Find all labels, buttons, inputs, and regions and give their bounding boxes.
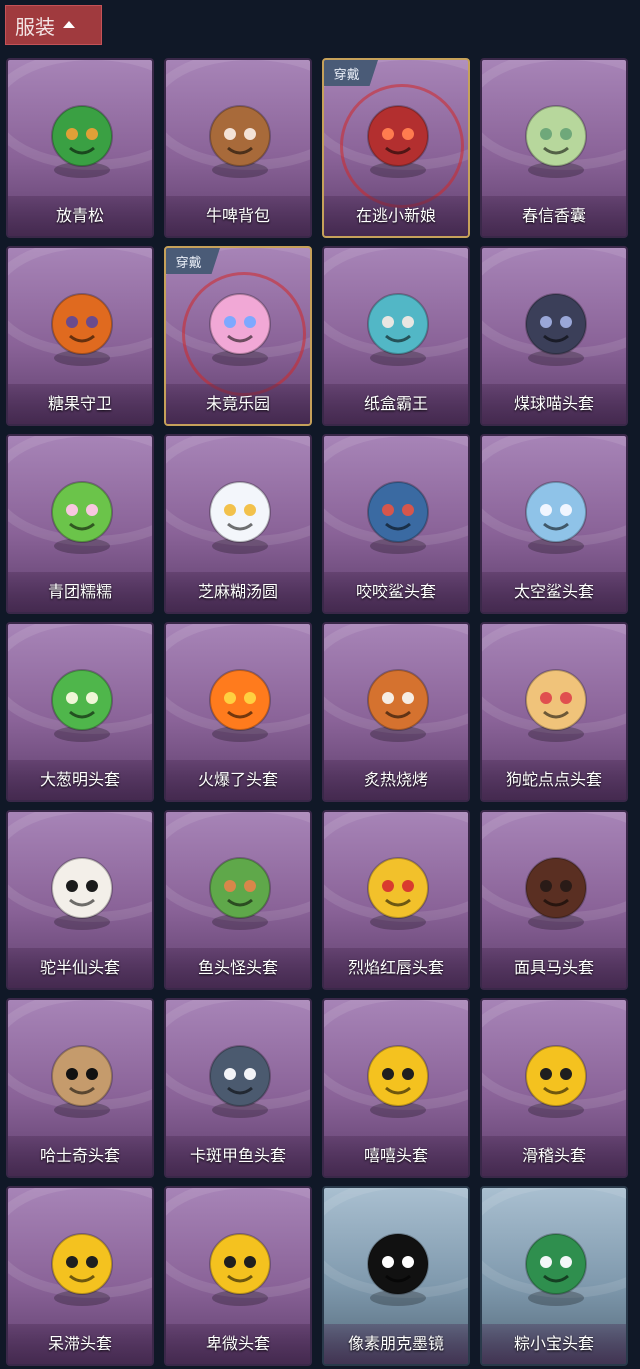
pumpkin-scarecrow-icon: [51, 293, 113, 366]
outfit-label: 滑稽头套: [482, 1136, 626, 1176]
section-header-outfits[interactable]: 服装: [5, 5, 102, 45]
outfit-label: 大葱明头套: [8, 760, 152, 800]
sachet-icon: [525, 105, 587, 178]
outfit-card[interactable]: 烈焰红唇头套: [322, 810, 470, 990]
scallion-head-icon: [51, 669, 113, 742]
outfit-card[interactable]: 大葱明头套: [6, 622, 154, 802]
zongzi-head-icon: [525, 1233, 587, 1306]
outfit-card[interactable]: 哈士奇头套: [6, 998, 154, 1178]
outfit-card[interactable]: 卡斑甲鱼头套: [164, 998, 312, 1178]
bonsai-icon: [51, 105, 113, 178]
fish-head-icon: [209, 857, 271, 930]
outfit-card[interactable]: 滑稽头套: [480, 998, 628, 1178]
chevron-up-icon[interactable]: [63, 20, 75, 28]
outfit-card[interactable]: 卑微头套: [164, 1186, 312, 1366]
dazed-emoji-icon: [51, 1233, 113, 1306]
outfit-label: 烈焰红唇头套: [324, 948, 468, 988]
outfit-card[interactable]: 嘻嘻头套: [322, 998, 470, 1178]
dog-sunglasses-icon: [51, 1045, 113, 1118]
outfit-label: 鱼头怪头套: [166, 948, 310, 988]
outfit-label: 面具马头套: [482, 948, 626, 988]
fairy-girl-icon: [209, 293, 271, 366]
humble-emoji-icon: [209, 1233, 271, 1306]
pixel-sunglasses-icon: [367, 1233, 429, 1306]
horse-head-icon: [525, 857, 587, 930]
red-umbrella-bride-icon: [367, 105, 429, 178]
outfit-label: 未竟乐园: [166, 384, 310, 424]
outfit-card[interactable]: 粽小宝头套: [480, 1186, 628, 1366]
outfit-label: 糖果守卫: [8, 384, 152, 424]
outfit-label: 放青松: [8, 196, 152, 236]
outfit-label: 纸盒霸王: [324, 384, 468, 424]
outfit-card[interactable]: 春信香囊: [480, 58, 628, 238]
shark-head-icon: [367, 481, 429, 554]
smirk-emoji-icon: [525, 1045, 587, 1118]
outfit-card[interactable]: 青团糯糯: [6, 434, 154, 614]
outfit-card[interactable]: 太空鲨头套: [480, 434, 628, 614]
equipped-badge: 穿戴: [166, 248, 220, 274]
outfit-label: 火爆了头套: [166, 760, 310, 800]
outfit-label: 卑微头套: [166, 1324, 310, 1364]
outfit-card[interactable]: 穿戴 未竟乐园: [164, 246, 312, 426]
outfit-label: 在逃小新娘: [324, 196, 468, 236]
outfit-card[interactable]: 呆滞头套: [6, 1186, 154, 1366]
snake-head-icon: [525, 669, 587, 742]
outfit-label: 青团糯糯: [8, 572, 152, 612]
grin-emoji-icon: [367, 1045, 429, 1118]
equipped-badge: 穿戴: [324, 60, 378, 86]
box-dinosaur-icon: [367, 293, 429, 366]
white-dumpling-icon: [209, 481, 271, 554]
outfit-card[interactable]: 狗蛇点点头套: [480, 622, 628, 802]
outfit-card[interactable]: 咬咬鲨头套: [322, 434, 470, 614]
outfit-card[interactable]: 火爆了头套: [164, 622, 312, 802]
outfit-label: 太空鲨头套: [482, 572, 626, 612]
section-title: 服装: [15, 14, 55, 39]
outfit-card[interactable]: 糖果守卫: [6, 246, 154, 426]
outfit-label: 嘻嘻头套: [324, 1136, 468, 1176]
outfit-label: 驼半仙头套: [8, 948, 152, 988]
outfit-card[interactable]: 鱼头怪头套: [164, 810, 312, 990]
space-shark-icon: [525, 481, 587, 554]
beer-barrel-cow-icon: [209, 105, 271, 178]
outfit-card[interactable]: 像素朋克墨镜: [322, 1186, 470, 1366]
outfit-card[interactable]: 驼半仙头套: [6, 810, 154, 990]
outfit-card[interactable]: 煤球喵头套: [480, 246, 628, 426]
outfit-label: 像素朋克墨镜: [324, 1324, 468, 1364]
black-cat-head-icon: [525, 293, 587, 366]
fire-head-icon: [209, 669, 271, 742]
outfit-card[interactable]: 穿戴 在逃小新娘: [322, 58, 470, 238]
outfit-card[interactable]: 芝麻糊汤圆: [164, 434, 312, 614]
outfit-label: 哈士奇头套: [8, 1136, 152, 1176]
bbq-meat-icon: [367, 669, 429, 742]
outfit-label: 牛啤背包: [166, 196, 310, 236]
outfit-card[interactable]: 放青松: [6, 58, 154, 238]
outfit-card[interactable]: 面具马头套: [480, 810, 628, 990]
outfit-grid: 放青松 牛啤背包 穿戴 在逃小新娘 春信香囊 糖果守卫 穿戴 未竟乐园 纸盒霸王 煤球喵头套 青团糯…: [6, 58, 628, 1366]
outfit-card[interactable]: 纸盒霸王: [322, 246, 470, 426]
alpaca-sunglasses-icon: [51, 857, 113, 930]
green-dumpling-icon: [51, 481, 113, 554]
outfit-label: 粽小宝头套: [482, 1324, 626, 1364]
outfit-label: 春信香囊: [482, 196, 626, 236]
outfit-label: 炙热烧烤: [324, 760, 468, 800]
outfit-label: 狗蛇点点头套: [482, 760, 626, 800]
outfit-label: 卡斑甲鱼头套: [166, 1136, 310, 1176]
outfit-card[interactable]: 牛啤背包: [164, 58, 312, 238]
outfit-card[interactable]: 炙热烧烤: [322, 622, 470, 802]
outfit-label: 煤球喵头套: [482, 384, 626, 424]
turtle-head-icon: [209, 1045, 271, 1118]
outfit-label: 咬咬鲨头套: [324, 572, 468, 612]
yellow-mask-icon: [367, 857, 429, 930]
outfit-label: 芝麻糊汤圆: [166, 572, 310, 612]
outfit-label: 呆滞头套: [8, 1324, 152, 1364]
